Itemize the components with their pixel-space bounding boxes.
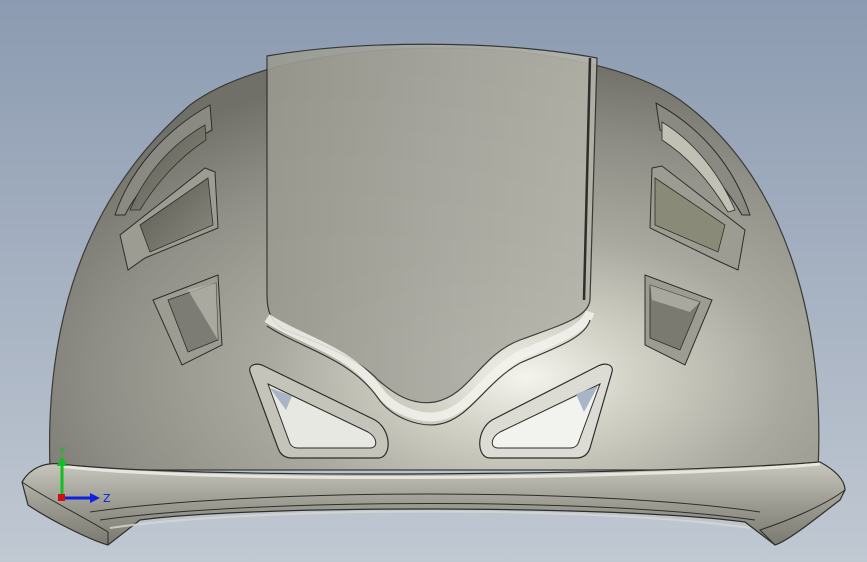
y-axis-label: Y — [58, 445, 66, 458]
graphics-viewport[interactable]: Y Z — [0, 0, 867, 562]
x-axis-marker — [58, 494, 65, 501]
z-axis-label: Z — [103, 492, 111, 505]
helmet-model-view[interactable]: Y Z — [0, 0, 867, 562]
